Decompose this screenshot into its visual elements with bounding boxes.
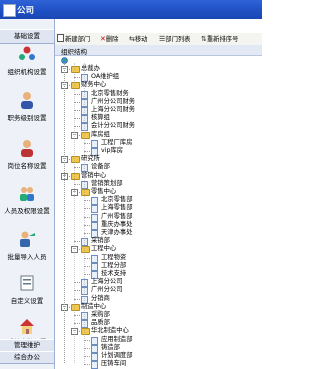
tree-node-label[interactable]: 重庆办事处 (101, 221, 132, 229)
tree-guide-line (84, 63, 85, 363)
sidebar-item-users-permissions[interactable]: 人员及权限设置 (0, 184, 54, 224)
sidebar-item-label: 人员及权限设置 (4, 207, 50, 215)
folder-icon (71, 82, 80, 90)
folder-icon (71, 303, 80, 311)
sidebar-item-position-name[interactable]: 岗位名称设置 (0, 139, 54, 179)
tree-node-label[interactable]: 计划调度部 (101, 352, 132, 360)
tree-node-label[interactable]: 会计分公司财务 (91, 122, 135, 130)
tree-node-label[interactable]: 广州分公司 (91, 286, 122, 294)
sidebar-item-job-level[interactable]: 职务级别设置 (0, 91, 54, 131)
sidebar-group-office[interactable]: 综合办公 (0, 351, 54, 364)
department-icon (91, 353, 98, 361)
sidebar-item-custom-settings[interactable]: 自定义设置 (0, 274, 54, 314)
department-list-button[interactable]: ☰部门列表 (159, 34, 190, 44)
sidebar-item-batch-import[interactable]: 批量导入人员 (0, 230, 54, 270)
tree-node-label[interactable]: 应用制造部 (101, 336, 132, 344)
tree-node-label[interactable]: 上海分公司财务 (91, 106, 135, 114)
sidebar-item-org-structure[interactable]: 组织机构设置 (0, 45, 54, 85)
department-icon (91, 197, 98, 206)
department-icon (91, 254, 98, 263)
department-icon (91, 344, 98, 353)
sidebar-item-label: 岗位名称设置 (7, 162, 47, 170)
folder-icon (71, 172, 80, 180)
tree-node-label[interactable]: 工程物资 (101, 254, 126, 262)
reorder-label: 重新排序号 (206, 36, 239, 43)
tree-connector (84, 364, 90, 366)
tree-node-label[interactable]: 分销商 (91, 295, 110, 303)
app-icon (3, 4, 16, 17)
department-list-label: 部门列表 (165, 36, 191, 43)
delete-label: 删除 (105, 36, 119, 43)
person-icon (21, 92, 33, 109)
tree-node-label[interactable]: 核算组 (91, 114, 110, 122)
tree-node-label[interactable]: 上海分公司 (91, 278, 122, 286)
department-icon (91, 336, 98, 345)
tree-node-label[interactable]: 工程厂库房 (101, 139, 132, 147)
folder-icon (81, 131, 90, 139)
tree-node-label[interactable]: 营销策划部 (91, 180, 122, 188)
custom-icon (20, 275, 34, 291)
folder-icon (81, 189, 90, 196)
window-title: 公司 (17, 6, 35, 16)
tree-node-label[interactable]: 压铸车间 (101, 360, 126, 368)
folder-icon (71, 156, 80, 164)
delete-button[interactable]: ✕删除 (100, 34, 118, 44)
move-label: 移动 (134, 36, 148, 43)
folder-icon (81, 328, 90, 336)
tree-node-label[interactable]: 零售中心 (91, 188, 116, 196)
tree-guide-line (64, 63, 65, 363)
department-icon (91, 221, 98, 230)
org-tree: − 总裁办 OA维护组 − 财务中心 北京零售财务 广州分公司财务 上海分公司财务 核算组 会计分… (55, 57, 262, 369)
title-bar: 公司 (0, 0, 262, 19)
org-icon (19, 46, 35, 60)
tree-node-label[interactable]: 库房组 (91, 131, 110, 139)
tree-node-label[interactable]: vip库房 (101, 147, 123, 155)
sidebar: 基础设置 组织机构设置 职务级别设置 岗位名称设置 人员及权限设置 批量导入人员 (0, 19, 55, 369)
position-icon (21, 140, 33, 157)
department-icon (91, 361, 98, 369)
department-icon (91, 213, 98, 222)
house-icon (20, 319, 34, 334)
sidebar-item-label: 职务级别设置 (7, 114, 47, 122)
tree-node-label[interactable]: 铸造部 (101, 344, 120, 352)
tree-node-label[interactable]: 华北制造中心 (91, 327, 129, 335)
users-icon (20, 187, 34, 201)
move-button[interactable]: ⇆移动 (129, 34, 147, 44)
sidebar-item-label: 批量导入人员 (7, 253, 47, 261)
tree-node-label[interactable]: 工程分部 (101, 262, 126, 270)
tree-node-label[interactable]: OA维护组 (91, 73, 119, 81)
tree-node-label[interactable]: 天津办事处 (101, 229, 132, 237)
sidebar-header-basic-settings[interactable]: 基础设置 (0, 29, 54, 44)
folder-icon (71, 66, 80, 73)
import-icon (20, 231, 35, 247)
tree-node-label[interactable]: 品质部 (91, 319, 110, 327)
tree-guide-line (74, 63, 75, 363)
new-department-button[interactable]: 新建部门 (57, 34, 90, 44)
folder-icon (81, 246, 90, 254)
panel-header: 组织结构 (55, 45, 262, 56)
department-icon (91, 262, 98, 271)
tree-node-label[interactable]: 上海零售部 (101, 204, 132, 212)
sidebar-item-label: 组织机构设置 (7, 68, 47, 76)
new-doc-icon (57, 34, 64, 42)
org-structure-panel: 组织结构 − 总裁办 OA维护组 − 财务中心 北京零售财务 广州分公司财务 上海分公司财务核… (55, 45, 262, 369)
tree-node-label[interactable]: 设备部 (91, 163, 110, 171)
tree-node-label[interactable]: 采购部 (91, 311, 110, 319)
tree-node-label[interactable]: 工程中心 (91, 245, 116, 253)
panel-title: 组织结构 (61, 48, 87, 56)
tree-node-label[interactable]: 广州零售部 (101, 213, 132, 221)
sidebar-item-label: 自定义设置 (10, 297, 44, 305)
tree-node-label[interactable]: 技术支持 (101, 270, 126, 278)
reorder-button[interactable]: ⇅重新排序号 (201, 34, 238, 44)
new-department-label: 新建部门 (65, 36, 91, 43)
department-icon (91, 205, 98, 214)
tree-node-label[interactable]: 广州分公司财务 (91, 98, 135, 106)
tree-node-label[interactable]: 北京零售部 (101, 196, 132, 204)
tree-node-label[interactable]: 采销部 (91, 237, 110, 245)
department-icon (91, 139, 98, 148)
tree-node-label[interactable]: 北京零售财务 (91, 90, 129, 98)
